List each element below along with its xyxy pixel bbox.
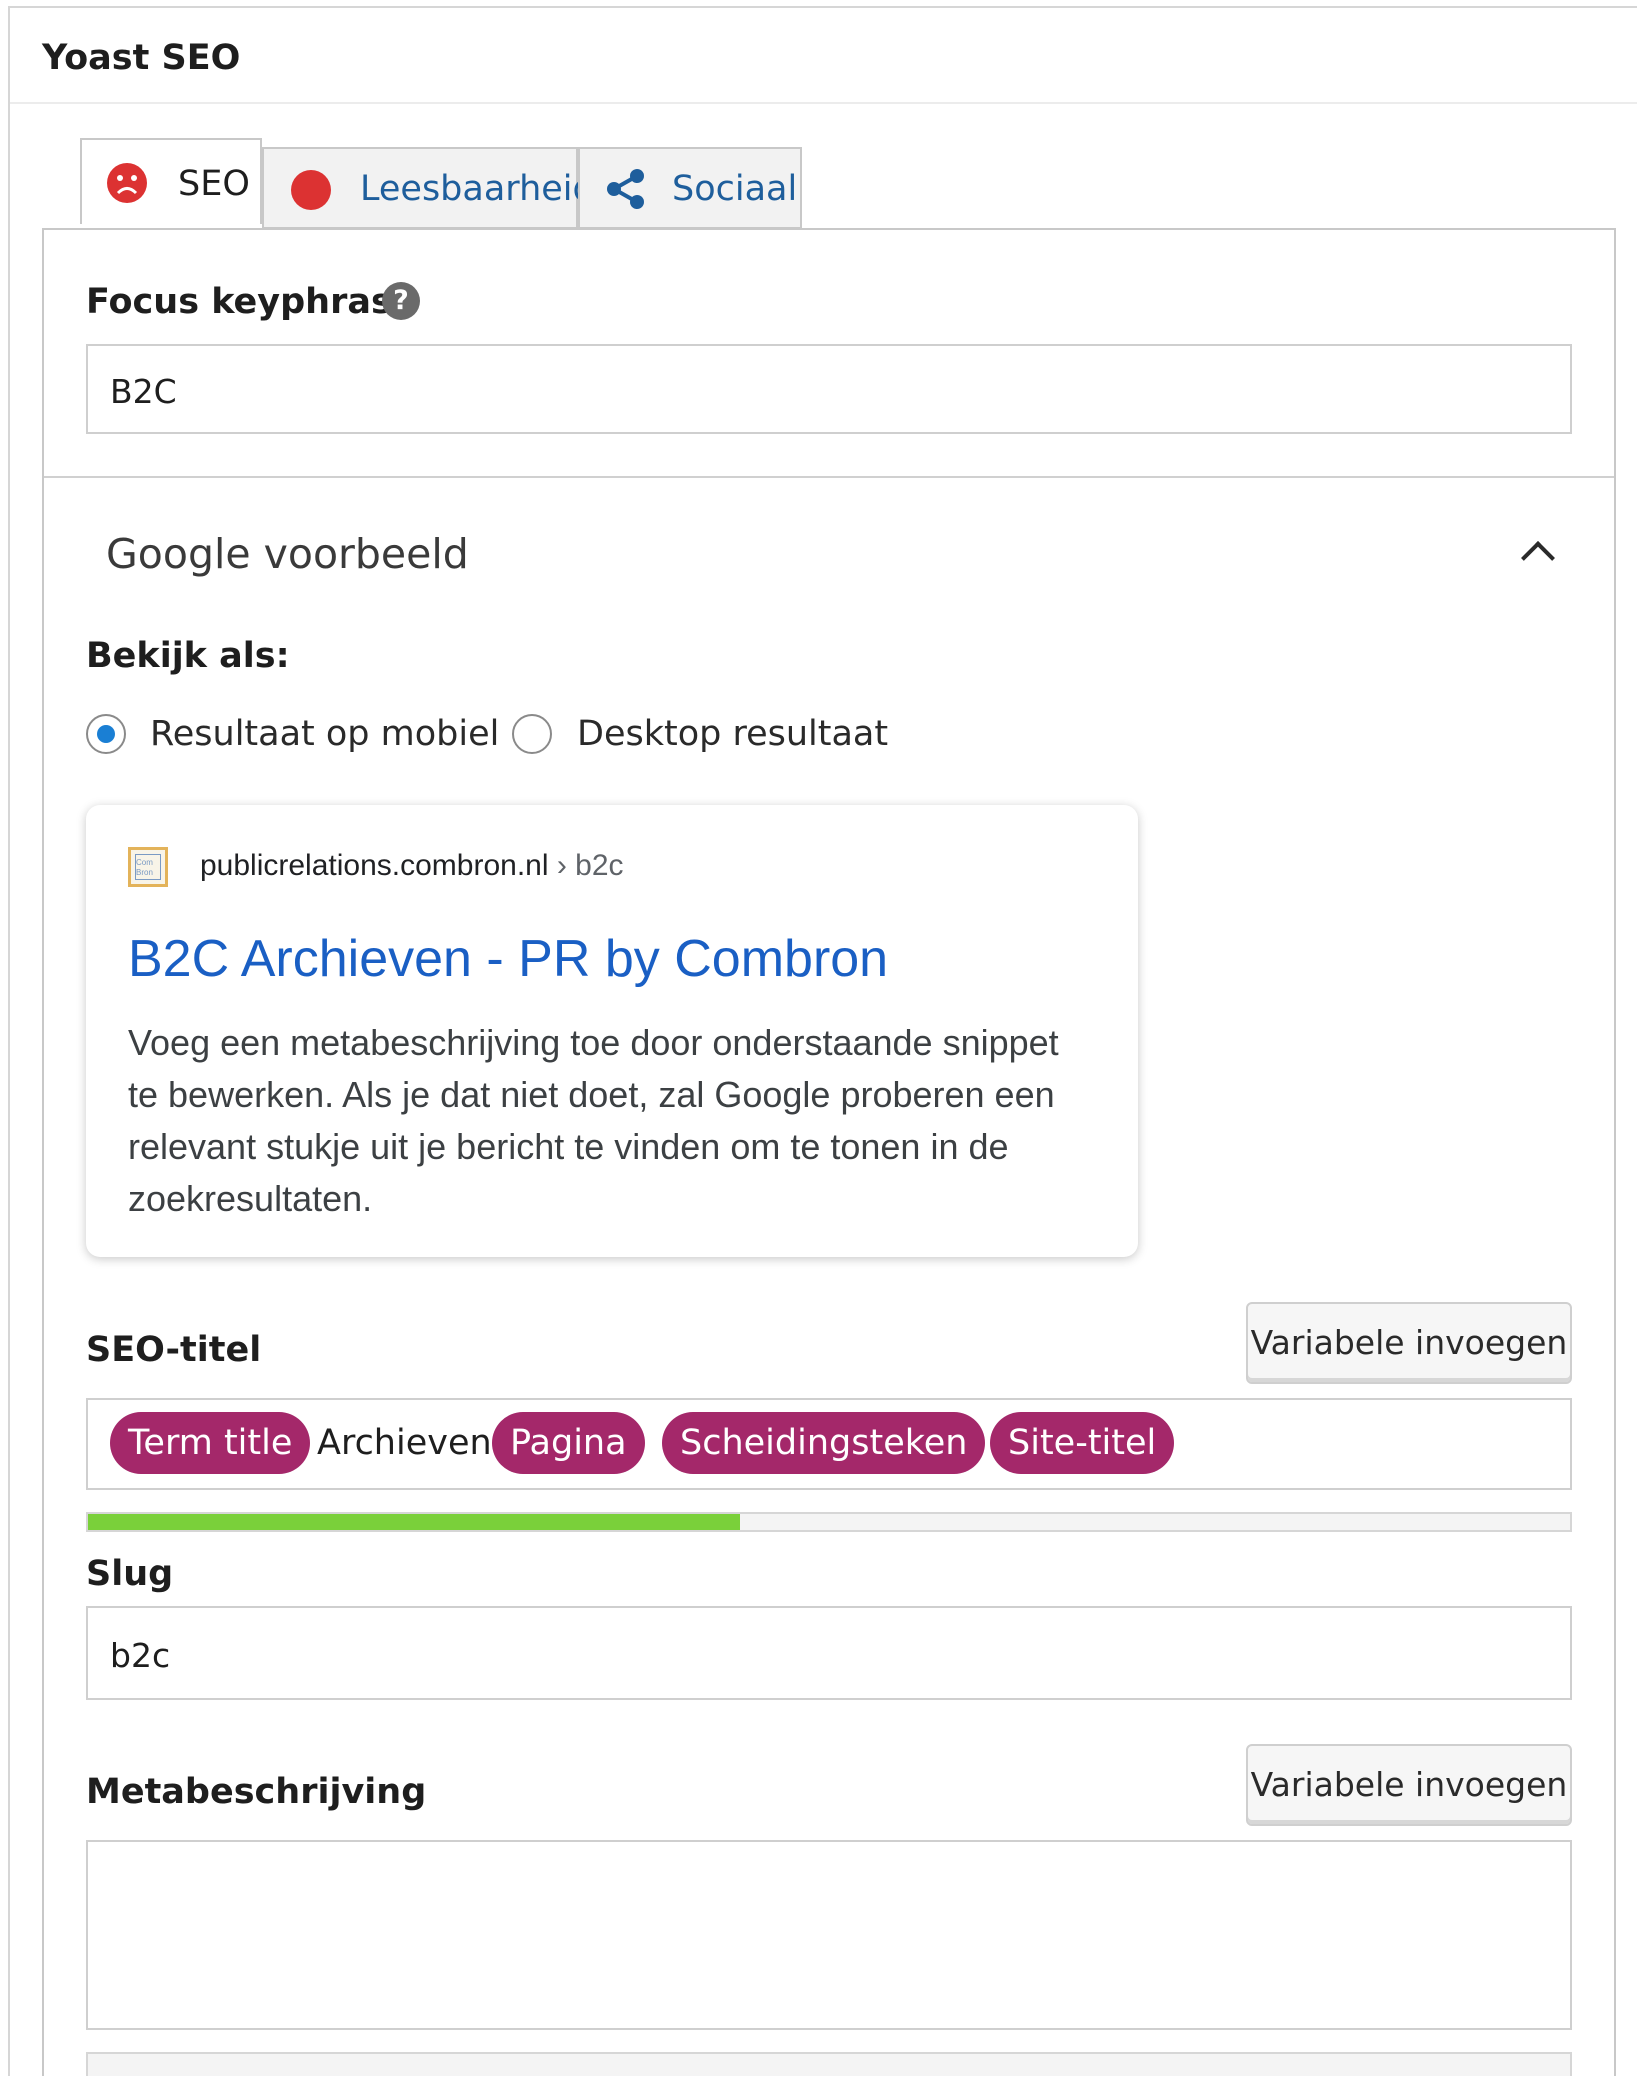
radio-mobile[interactable] bbox=[86, 714, 126, 754]
result-url-breadcrumb: › b2c bbox=[556, 849, 624, 882]
tab-leesbaarheid-label: Leesbaarheid bbox=[360, 169, 595, 209]
sad-face-icon bbox=[107, 163, 147, 203]
google-preview-title[interactable]: Google voorbeeld bbox=[106, 530, 469, 578]
meta-description-label: Metabeschrijving bbox=[86, 1772, 427, 1812]
share-icon bbox=[607, 169, 644, 209]
meta-description-input[interactable] bbox=[86, 1840, 1572, 2030]
radio-selected-dot bbox=[97, 725, 115, 743]
result-title: B2C Archieven - PR by Combron bbox=[128, 930, 889, 988]
result-url-domain: publicrelations.combron.nl bbox=[200, 849, 549, 882]
tab-seo[interactable]: SEO bbox=[80, 138, 262, 224]
section-divider bbox=[44, 476, 1614, 478]
tab-sociaal[interactable]: Sociaal bbox=[578, 147, 802, 229]
slug-value: b2c bbox=[110, 1636, 171, 1675]
seo-title-label: SEO-titel bbox=[86, 1330, 262, 1370]
result-url: publicrelations.combron.nl › b2c bbox=[200, 849, 624, 883]
help-icon[interactable]: ? bbox=[382, 282, 420, 320]
view-as-label: Bekijk als: bbox=[86, 636, 290, 676]
panel-header: Yoast SEO bbox=[10, 8, 1637, 104]
variable-pill-pagina[interactable]: Pagina bbox=[492, 1412, 645, 1474]
focus-keyphrase-input[interactable]: B2C bbox=[86, 344, 1572, 434]
seo-title-text: Archieven bbox=[317, 1423, 492, 1463]
red-dot-icon bbox=[291, 170, 331, 210]
focus-keyphrase-value: B2C bbox=[110, 372, 177, 411]
site-favicon: Com Bron bbox=[128, 847, 168, 887]
tab-seo-label: SEO bbox=[178, 164, 250, 204]
radio-desktop-label[interactable]: Desktop resultaat bbox=[577, 714, 888, 754]
seo-title-length-progress bbox=[86, 1512, 1572, 1532]
tab-sociaal-label: Sociaal bbox=[672, 169, 798, 209]
slug-label: Slug bbox=[86, 1554, 174, 1594]
google-result-preview[interactable]: Com Bron publicrelations.combron.nl › b2… bbox=[86, 805, 1138, 1257]
slug-input[interactable]: b2c bbox=[86, 1606, 1572, 1700]
insert-variable-button[interactable]: Variabele invoegen bbox=[1246, 1302, 1572, 1384]
radio-desktop[interactable] bbox=[512, 714, 552, 754]
tab-leesbaarheid[interactable]: Leesbaarheid bbox=[262, 147, 595, 229]
radio-mobile-label[interactable]: Resultaat op mobiel bbox=[150, 714, 499, 754]
favicon-text: Com Bron bbox=[136, 858, 153, 877]
panel-title: Yoast SEO bbox=[42, 38, 241, 78]
result-description: Voeg een metabeschrijving toe door onder… bbox=[128, 1022, 1059, 1219]
insert-variable-button-meta[interactable]: Variabele invoegen bbox=[1246, 1744, 1572, 1826]
variable-pill-site-titel[interactable]: Site-titel bbox=[990, 1412, 1175, 1474]
variable-pill-term-title[interactable]: Term title bbox=[110, 1412, 311, 1474]
progress-fill bbox=[88, 1514, 741, 1530]
variable-pill-scheidingsteken[interactable]: Scheidingsteken bbox=[662, 1412, 986, 1474]
focus-keyphrase-label: Focus keyphrase bbox=[86, 282, 416, 322]
meta-description-length-progress bbox=[86, 2052, 1572, 2076]
